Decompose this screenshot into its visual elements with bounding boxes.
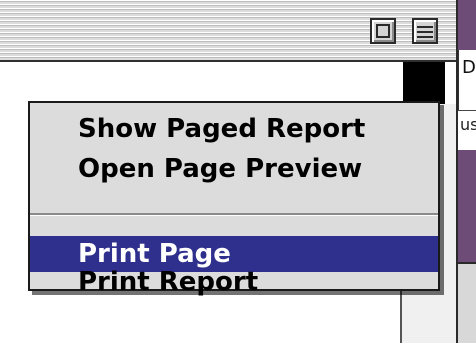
menu-item-open-page-preview[interactable]: Open Page Preview	[30, 151, 438, 187]
menu-item-print-report[interactable]: Print Report	[30, 269, 438, 295]
window-title-bar[interactable]	[0, 0, 456, 62]
background-window-text: D	[462, 57, 476, 78]
print-popup-menu: Show Paged Report Open Page Preview Prin…	[28, 101, 440, 295]
menu-item-show-paged-report[interactable]: Show Paged Report	[30, 111, 438, 147]
window-corner-block	[403, 62, 445, 104]
background-window-label: us	[460, 115, 476, 134]
background-window-pane	[458, 262, 476, 343]
zoom-box-icon[interactable]	[370, 18, 396, 44]
menu-divider	[30, 213, 438, 216]
collapse-box-icon[interactable]	[412, 18, 438, 44]
